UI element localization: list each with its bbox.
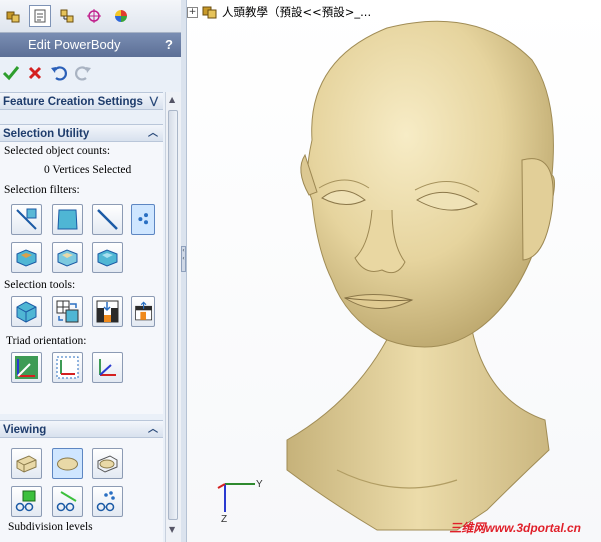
select-all-button[interactable] [11, 296, 42, 327]
help-button[interactable]: ? [165, 33, 173, 57]
glasses-cage-icon [15, 490, 36, 512]
triad-global-icon [56, 356, 79, 379]
property-manager-icon [34, 9, 46, 23]
filter-edges-button[interactable] [11, 204, 42, 235]
undo-button[interactable] [48, 62, 70, 84]
feature-manager-tab[interactable] [2, 5, 24, 27]
shrink-selection-button[interactable] [131, 296, 155, 327]
selected-counts-value: 0 Vertices Selected [44, 164, 132, 176]
grid-grow-icon [96, 300, 119, 323]
ok-button[interactable] [0, 62, 22, 84]
configuration-manager-icon [60, 9, 74, 23]
chevron-down-icon[interactable]: ⋁ [150, 93, 158, 111]
show-cage-button[interactable] [11, 486, 42, 517]
selection-utility-title: Selection Utility [3, 128, 90, 140]
chevron-up-icon[interactable]: ︿ [148, 421, 158, 439]
view-both-mode-button[interactable] [92, 448, 123, 479]
scrollbar-thumb[interactable] [168, 110, 178, 520]
glasses-edge-icon [56, 491, 77, 512]
redo-icon [75, 66, 91, 81]
cancel-button[interactable] [24, 62, 46, 84]
triad-view-icon [99, 359, 116, 376]
selection-utility-header[interactable]: Selection Utility ︿ [0, 124, 163, 142]
panel-scrollbar[interactable]: ▲ ▼ [165, 92, 181, 542]
viewing-body: Subdivision levels [0, 438, 163, 542]
scroll-up-arrow-icon[interactable]: ▲ [169, 95, 175, 104]
grid-shrink-icon [135, 301, 152, 321]
glasses-vertex-icon [96, 491, 115, 512]
show-vertices-button[interactable] [92, 486, 123, 517]
panel-title: Edit PowerBody [28, 37, 121, 52]
cancel-icon [28, 66, 42, 80]
filter-vertices-button[interactable] [131, 204, 155, 235]
grid-swap-icon [56, 300, 79, 323]
property-manager-tab[interactable] [29, 5, 51, 27]
feature-creation-settings-title: Feature Creation Settings [3, 96, 143, 108]
cube-icon [16, 301, 37, 323]
view-box-mode-button[interactable] [11, 448, 42, 479]
feature-creation-settings-header[interactable]: Feature Creation Settings ⋁ [0, 92, 163, 110]
selected-counts-label: Selected object counts: [4, 145, 111, 157]
viewing-title: Viewing [3, 424, 47, 436]
configuration-manager-tab[interactable] [56, 5, 78, 27]
undo-icon [51, 66, 67, 81]
chevron-up-icon[interactable]: ︿ [148, 125, 158, 143]
filter-faces-button[interactable] [52, 204, 83, 235]
property-manager-panel: Edit PowerBody ? Feature Creation Settin… [0, 0, 182, 542]
view-smooth-mode-button[interactable] [52, 448, 83, 479]
triad-global-button[interactable] [52, 352, 83, 383]
selection-filters-label: Selection filters: [4, 184, 80, 196]
selection-tools-label: Selection tools: [4, 279, 76, 291]
collapse-panel-handle[interactable]: ‹ ‹ [181, 246, 186, 272]
smooth-view-icon [57, 457, 78, 471]
filter-body-button[interactable] [11, 242, 42, 273]
watermark: 三维网www.3dportal.cn [449, 521, 581, 535]
scroll-down-arrow-icon[interactable]: ▼ [169, 525, 175, 534]
redo-button[interactable] [72, 62, 94, 84]
filter-region-button[interactable] [92, 242, 123, 273]
body-filter-icon [16, 249, 37, 267]
invert-selection-button[interactable] [52, 296, 83, 327]
head-model [286, 20, 556, 531]
triad-orientation-label: Triad orientation: [6, 335, 87, 347]
display-manager-icon [115, 10, 127, 22]
triad-y-label: Y [256, 479, 263, 490]
triad-view-button[interactable] [92, 352, 123, 383]
face-filter-icon [57, 209, 78, 230]
triad-local-button[interactable] [11, 352, 42, 383]
dimxpert-tab[interactable] [83, 5, 105, 27]
show-edges-button[interactable] [52, 486, 83, 517]
shell-filter-icon [57, 249, 78, 267]
display-manager-tab[interactable] [110, 5, 132, 27]
manager-tabs [0, 0, 181, 33]
ok-icon [2, 66, 20, 81]
property-manager-title-bar: Edit PowerBody ? [0, 33, 181, 57]
action-buttons [0, 57, 181, 89]
box-view-icon [16, 455, 37, 473]
selection-utility-body: Selected object counts: 0 Vertices Selec… [0, 142, 163, 414]
vertex-filter-icon [138, 213, 148, 225]
dimxpert-icon [87, 9, 101, 23]
region-filter-icon [97, 249, 118, 267]
triad-x-axis [217, 483, 226, 489]
feature-manager-icon [6, 11, 20, 23]
box-smooth-view-icon [97, 455, 118, 473]
graphics-area[interactable]: + 人頭教學（預設<<預設>_... Y Z 三维网www.3dportal.c… [187, 0, 601, 542]
triad-local-icon [15, 356, 38, 379]
grow-selection-button[interactable] [92, 296, 123, 327]
subdivision-levels-label: Subdivision levels [8, 521, 93, 533]
line-filter-icon [97, 209, 118, 230]
filter-line-button[interactable] [92, 204, 123, 235]
edge-filter-icon [16, 208, 37, 230]
view-triad: Y Z [217, 479, 263, 525]
viewing-header[interactable]: Viewing ︿ [0, 420, 163, 438]
filter-shell-button[interactable] [52, 242, 83, 273]
triad-z-label: Z [221, 514, 227, 525]
